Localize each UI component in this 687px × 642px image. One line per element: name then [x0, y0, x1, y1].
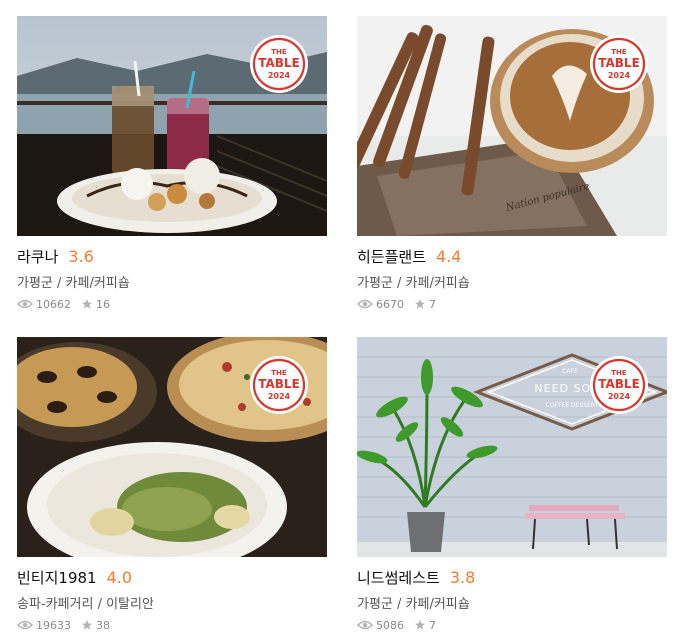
card-stats: 6670 7 — [357, 296, 667, 312]
restaurant-card-lacuna[interactable]: THE TABLE 2024 라쿠나 3.6 가평군 / 카페/커피숍 1066… — [17, 16, 327, 312]
location-category: 송파-카페거리 / 이탈리안 — [17, 597, 154, 612]
star-count: 7 — [429, 297, 436, 311]
star-count: 16 — [96, 297, 110, 311]
restaurant-name[interactable]: 빈티지1981 — [17, 567, 97, 588]
svg-text:2024: 2024 — [608, 71, 631, 80]
view-count: 10662 — [36, 297, 71, 311]
svg-text:TABLE: TABLE — [258, 377, 300, 391]
the-table-2024-badge: THE TABLE 2024 — [590, 356, 648, 414]
star-icon — [415, 620, 425, 630]
star-icon — [415, 299, 425, 309]
restaurant-card-need-some-rest[interactable]: CAFE NEED SOME COFFEE DESSERT THE TABLE … — [357, 337, 667, 633]
card-stats: 5086 7 — [357, 617, 667, 633]
svg-text:THE: THE — [611, 48, 627, 56]
restaurant-name[interactable]: 라쿠나 — [17, 246, 58, 267]
eye-icon — [357, 620, 373, 630]
svg-text:CAFE: CAFE — [562, 368, 578, 375]
card-stats: 10662 16 — [17, 296, 327, 312]
restaurant-photo[interactable]: Nation populaire THE TABLE 2024 — [357, 16, 667, 236]
svg-text:2024: 2024 — [268, 392, 291, 401]
restaurant-card-hidden-plant[interactable]: Nation populaire THE TABLE 2024 히든플랜트 4.… — [357, 16, 667, 312]
stars-stat: 7 — [414, 619, 436, 632]
restaurant-photo[interactable]: CAFE NEED SOME COFFEE DESSERT THE TABLE … — [357, 337, 667, 557]
views-stat: 5086 — [357, 619, 404, 632]
star-count: 7 — [429, 618, 436, 632]
svg-text:TABLE: TABLE — [598, 56, 640, 70]
restaurant-photo[interactable]: THE TABLE 2024 — [17, 16, 327, 236]
svg-text:THE: THE — [271, 369, 287, 377]
svg-text:2024: 2024 — [268, 71, 291, 80]
the-table-2024-badge: THE TABLE 2024 — [590, 35, 648, 93]
svg-text:THE: THE — [271, 48, 287, 56]
the-table-2024-badge: THE TABLE 2024 — [250, 35, 308, 93]
star-icon — [82, 299, 92, 309]
rating-score: 3.8 — [449, 568, 476, 587]
restaurant-name[interactable]: 히든플랜트 — [357, 246, 426, 267]
svg-text:TABLE: TABLE — [598, 377, 640, 391]
restaurant-name[interactable]: 니드썸레스트 — [357, 567, 440, 588]
eye-icon — [17, 620, 33, 630]
rating-score: 4.4 — [436, 247, 462, 266]
svg-text:2024: 2024 — [608, 392, 631, 401]
views-stat: 6670 — [357, 298, 404, 311]
the-table-2024-badge: THE TABLE 2024 — [250, 356, 308, 414]
views-stat: 10662 — [17, 298, 71, 311]
eye-icon — [17, 299, 33, 309]
location-category: 가평군 / 카페/커피숍 — [17, 276, 130, 291]
stars-stat: 38 — [81, 619, 110, 632]
star-icon — [82, 620, 92, 630]
svg-text:TABLE: TABLE — [258, 56, 300, 70]
rating-score: 3.6 — [68, 247, 94, 266]
views-stat: 19633 — [17, 619, 71, 632]
stars-stat: 16 — [81, 298, 110, 311]
restaurant-card-vintage-1981[interactable]: THE TABLE 2024 빈티지1981 4.0 송파-카페거리 / 이탈리… — [17, 337, 327, 633]
star-count: 38 — [96, 618, 110, 632]
stars-stat: 7 — [414, 298, 436, 311]
svg-text:THE: THE — [611, 369, 627, 377]
eye-icon — [357, 299, 373, 309]
view-count: 19633 — [36, 618, 71, 632]
view-count: 5086 — [376, 618, 404, 632]
location-category: 가평군 / 카페/커피숍 — [357, 276, 470, 291]
rating-score: 4.0 — [106, 568, 133, 587]
view-count: 6670 — [376, 297, 404, 311]
card-stats: 19633 38 — [17, 617, 327, 633]
location-category: 가평군 / 카페/커피숍 — [357, 597, 470, 612]
restaurant-photo[interactable]: THE TABLE 2024 — [17, 337, 327, 557]
